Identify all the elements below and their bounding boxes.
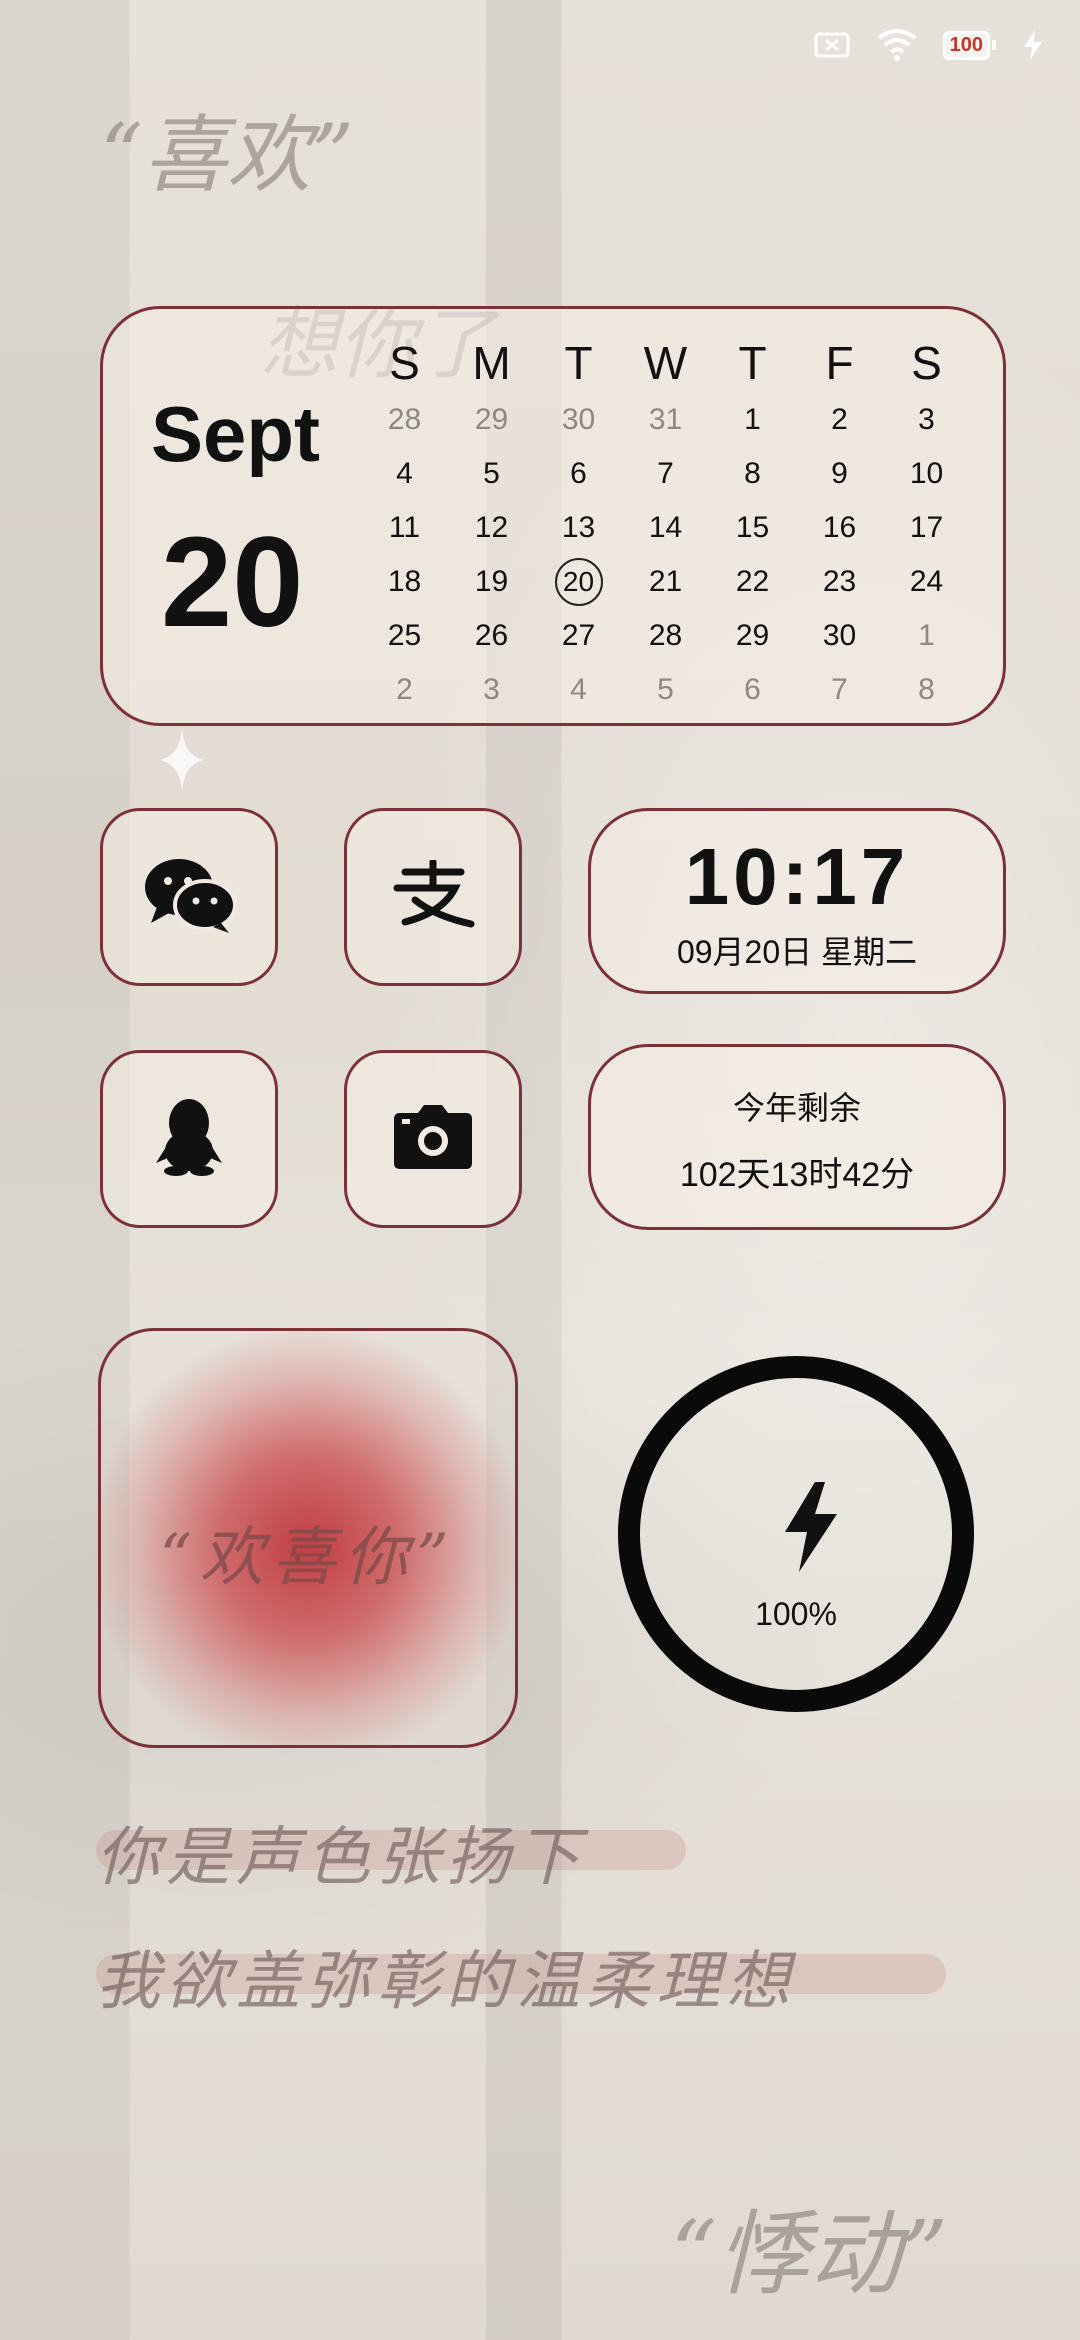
date-cell: 25 (387, 619, 422, 652)
weekday-label: S (389, 337, 420, 389)
date-cell: 11 (388, 511, 421, 544)
calendar-grid: S M T W T F S 28 29 30 31 1 2 3 4 5 6 7 … (361, 333, 991, 717)
date-cell: 30 (561, 403, 596, 436)
weekday-row: S M T W T F S (361, 333, 991, 393)
battery-percent: 100% (755, 1596, 837, 1632)
sparkle-icon (160, 730, 204, 795)
week-row: 28 29 30 31 1 2 3 (361, 393, 991, 447)
date-cell: 23 (822, 565, 857, 598)
calendar-today-number: 20 (161, 511, 304, 654)
date-cell: 3 (483, 673, 500, 706)
date-cell: 31 (648, 403, 683, 436)
calendar-month: Sept (151, 390, 321, 478)
week-row: 18 19 20 21 22 23 24 (361, 555, 991, 609)
date-cell: 8 (744, 457, 761, 490)
date-cell: 4 (396, 457, 413, 490)
clock-time: 10:17 (684, 832, 910, 921)
top-quote-decor: “喜欢” (100, 106, 354, 204)
year-remaining-value: 102天13时42分 (679, 1156, 915, 1194)
weekday-label: W (643, 337, 688, 389)
weekday-label: M (472, 337, 511, 389)
camera-icon (394, 1104, 472, 1174)
weekday-label: S (911, 337, 942, 389)
date-cell: 3 (918, 403, 935, 436)
date-cell: 1 (918, 619, 935, 652)
date-cell: 21 (648, 565, 683, 598)
date-cell: 6 (744, 673, 761, 706)
date-cell: 1 (744, 403, 761, 436)
bottom-quote-decor: “悸动” (670, 2201, 949, 2308)
week-row: 4 5 6 7 8 9 10 (361, 447, 991, 501)
weekday-label: F (825, 337, 854, 389)
calendar-widget[interactable]: Sept 20 S M T W T F S 28 29 30 31 1 2 3 … (100, 306, 1006, 726)
date-cell: 30 (822, 619, 857, 652)
photo-quote: “欢喜你” (159, 1521, 457, 1595)
date-cell: 5 (483, 457, 500, 490)
year-remaining-label: 今年剩余 (732, 1090, 861, 1126)
date-cell: 9 (831, 457, 848, 490)
date-cell: 18 (387, 565, 422, 598)
weekday-label: T (564, 337, 593, 389)
date-cell: 5 (657, 673, 674, 706)
date-cell: 6 (570, 457, 587, 490)
date-cell: 17 (909, 511, 944, 544)
clock-date: 09月20日 星期二 (676, 934, 918, 970)
week-row: 11 12 13 14 15 16 17 (361, 501, 991, 555)
date-cell: 2 (831, 403, 848, 436)
battery-level-text: 100 (942, 30, 990, 60)
year-remaining-widget[interactable]: 今年剩余 102天13时42分 (588, 1044, 1006, 1230)
date-cell: 14 (648, 511, 683, 544)
date-cell: 12 (474, 511, 509, 544)
date-cell: 2 (396, 673, 413, 706)
date-cell: 10 (909, 457, 944, 490)
date-cell: 15 (735, 511, 770, 544)
date-cell: 16 (822, 511, 857, 544)
date-cell: 7 (831, 673, 848, 706)
photo-widget[interactable]: “欢喜你” (98, 1328, 518, 1748)
battery-widget[interactable]: 100% (618, 1356, 974, 1712)
date-cell: 7 (657, 457, 674, 490)
date-cell: 19 (474, 565, 509, 598)
wifi-icon (877, 28, 917, 62)
weekday-label: T (738, 337, 767, 389)
date-cell: 22 (735, 565, 770, 598)
alipay-app[interactable] (344, 808, 522, 986)
date-cell: 29 (735, 619, 770, 652)
date-cell: 26 (474, 619, 509, 652)
today-circle: 20 (554, 558, 603, 606)
qq-app[interactable] (100, 1050, 278, 1228)
week-row: 2 3 4 5 6 7 8 (361, 663, 991, 717)
qq-icon (154, 1097, 224, 1182)
lyric-line-2: 我欲盖弥彰的温柔理想 (96, 1945, 796, 2019)
status-bar: 100 (813, 28, 1044, 62)
date-cell: 4 (570, 673, 587, 706)
lightning-icon (781, 1482, 841, 1577)
date-cell: 13 (561, 511, 596, 544)
date-cell: 24 (909, 565, 944, 598)
alipay-icon (385, 858, 481, 935)
wechat-app[interactable] (100, 808, 278, 986)
date-cell: 8 (918, 673, 935, 706)
date-cell: 28 (387, 403, 422, 436)
lyric-line-1: 你是声色张扬下 (96, 1821, 586, 1895)
charging-icon (1022, 30, 1044, 60)
date-cell-today: 20 (535, 558, 622, 606)
date-cell: 27 (561, 619, 596, 652)
no-sim-icon (813, 30, 851, 60)
camera-app[interactable] (344, 1050, 522, 1228)
week-row: 25 26 27 28 29 30 1 (361, 609, 991, 663)
wechat-icon (141, 855, 237, 940)
clock-widget[interactable]: 10:17 09月20日 星期二 (588, 808, 1006, 994)
battery-icon: 100 (942, 30, 996, 60)
date-cell: 28 (648, 619, 683, 652)
date-cell: 29 (474, 403, 509, 436)
